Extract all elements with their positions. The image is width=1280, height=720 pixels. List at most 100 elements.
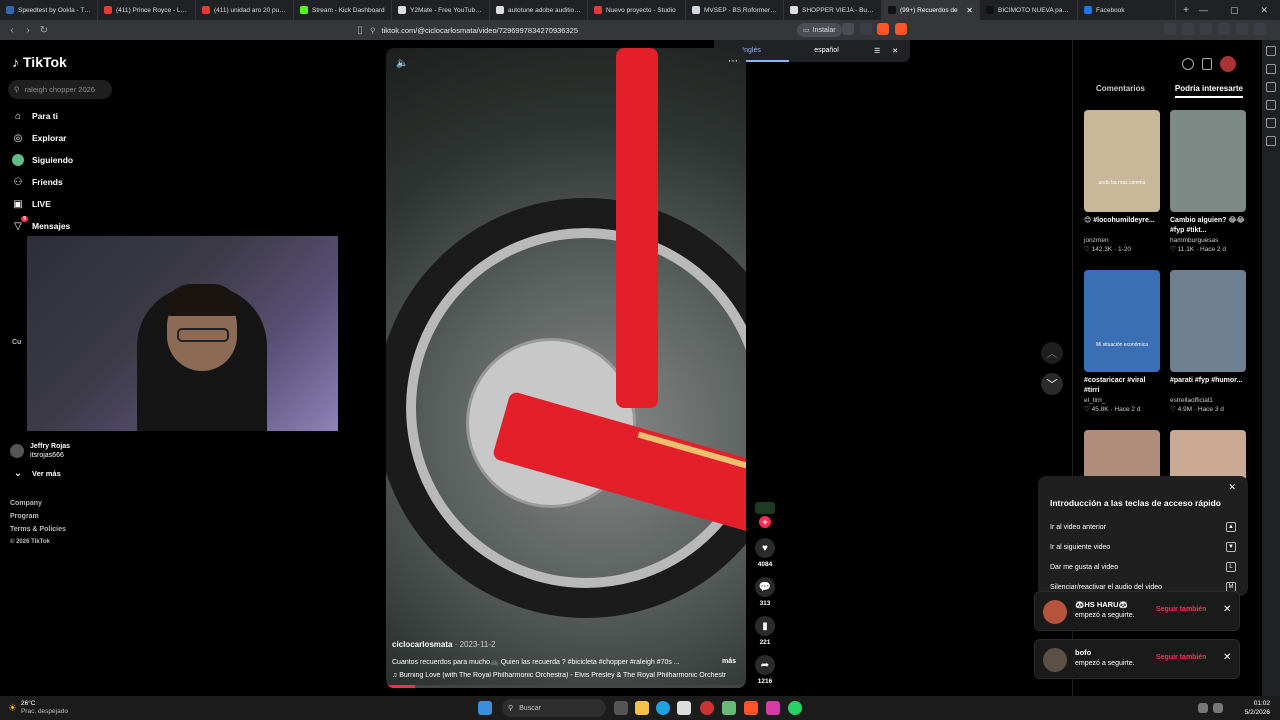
author-avatar-follow[interactable]: + [752, 502, 778, 528]
install-app-button[interactable]: ▭ Instalar [797, 23, 842, 37]
back-icon[interactable]: ‹ [4, 25, 20, 36]
file-explorer-icon[interactable] [635, 701, 649, 715]
followed-account[interactable]: Jeffry Rojas itsrojas666 [10, 442, 70, 460]
footer-terms[interactable]: Terms & Policies [10, 526, 66, 533]
browser-tab[interactable]: Facebook [1078, 0, 1176, 20]
inbox-icon[interactable] [1202, 58, 1212, 70]
windows-start-icon[interactable] [478, 701, 492, 715]
taskbar-search[interactable]: ⚲ Buscar [502, 699, 606, 717]
previous-video-button[interactable]: ︿ [1041, 342, 1063, 364]
volume-tray-icon[interactable] [1213, 703, 1223, 713]
notification-close-icon[interactable]: ✕ [1223, 604, 1231, 615]
sidebar-ai-icon[interactable] [1266, 46, 1276, 56]
minimize-icon[interactable]: — [1199, 5, 1208, 15]
tab-close-icon[interactable]: ✕ [966, 6, 973, 15]
bookmark-save-icon[interactable]: ▮ [755, 616, 775, 636]
video-more-icon[interactable]: ⋯ [728, 56, 738, 67]
forward-icon[interactable]: › [20, 25, 36, 36]
whatsapp-icon[interactable] [788, 701, 802, 715]
video-thumbnail[interactable]: ando ba mas comma [1084, 110, 1160, 212]
translate-menu-icon[interactable]: ☰ [874, 47, 880, 55]
browser-tab[interactable]: Y2Mate - Free YouTube to M [392, 0, 490, 20]
system-clock[interactable]: 01:02 5/2/2026 [1245, 699, 1270, 717]
brave-rewards-icon[interactable] [895, 23, 907, 35]
user-avatar[interactable] [1220, 56, 1236, 72]
browser-tab[interactable]: (411) Prince Royce - La Carr [98, 0, 196, 20]
follow-back-button[interactable]: Seguir también [1156, 606, 1207, 613]
nav-live[interactable]: ▣ LIVE [12, 198, 51, 210]
follow-back-button[interactable]: Seguir también [1156, 654, 1207, 661]
video-thumbnail[interactable] [1170, 110, 1246, 212]
card-author[interactable]: estrellaofficial1 [1170, 397, 1246, 404]
browser-tab[interactable]: MVSEP - BS Roformer SW ( [686, 0, 784, 20]
save-action[interactable]: ▮ 221 [752, 616, 778, 646]
tab-comentarios[interactable]: Comentarios [1096, 84, 1145, 98]
footer-company[interactable]: Company [10, 500, 42, 507]
video-author[interactable]: ciclocarlosmata [392, 640, 452, 649]
sidebar-history-icon[interactable] [1266, 118, 1276, 128]
sidebar-reading-list-icon[interactable] [1266, 100, 1276, 110]
upload-icon[interactable] [1182, 58, 1194, 70]
like-action[interactable]: ♥ 4084 [752, 538, 778, 568]
card-author[interactable]: jonzmen [1084, 237, 1160, 244]
video-more-link[interactable]: más [722, 658, 736, 665]
brave-shield-icon[interactable] [877, 23, 889, 35]
store-icon[interactable] [677, 701, 691, 715]
nav-para-ti[interactable]: ⌂ Para ti [12, 110, 58, 122]
site-info-icon[interactable]: ⚲ [370, 26, 376, 35]
heart-icon[interactable]: ♥ [755, 538, 775, 558]
nav-explorar[interactable]: ◎ Explorar [12, 132, 67, 144]
follow-plus-icon[interactable]: + [759, 516, 771, 528]
download-icon[interactable] [1236, 23, 1248, 35]
reload-icon[interactable]: ↻ [36, 25, 52, 36]
browser-tab[interactable]: Stream - Kick Dashboard [294, 0, 392, 20]
comment-icon[interactable]: 💬 [755, 577, 775, 597]
share-icon[interactable] [860, 23, 872, 35]
extensions-icon[interactable] [1164, 23, 1176, 35]
browser-tab[interactable]: (99+) Recuerdos de ✕ [882, 0, 980, 20]
search-input[interactable]: ⚲ raleigh chopper 2026 [8, 80, 112, 99]
bookmark-icon[interactable]: ▯ [352, 25, 368, 36]
card-author[interactable]: el_tirri_ [1084, 397, 1160, 404]
volume-icon[interactable]: 🔈 [396, 58, 408, 69]
video-thumbnail[interactable] [1170, 270, 1246, 372]
video-thumbnail[interactable]: Mi situación económica [1084, 270, 1160, 372]
share-arrow-icon[interactable]: ➦ [755, 655, 775, 675]
see-more-link[interactable]: ⌄ Ver más [12, 467, 61, 479]
video-music[interactable]: ♫ Burning Love (with The Royal Philharmo… [392, 672, 742, 679]
comment-action[interactable]: 💬 313 [752, 577, 778, 607]
browser-tab[interactable]: (411) unidad aro 20 pulgada [196, 0, 294, 20]
suggested-video-card[interactable]: Mi situación económica #costaricacr #vira… [1084, 270, 1160, 413]
browser-tab[interactable]: BICIMOTO NUEVA para Bici [980, 0, 1078, 20]
video-player[interactable]: 🔈 ⋯ ciclocarlosmata · 2023-11-2 Cuantos … [386, 48, 746, 688]
browser-tab[interactable]: Speedtest by Ookla - The Gl [0, 0, 98, 20]
settings-icon[interactable] [722, 701, 736, 715]
tab-podria-interesarte[interactable]: Podría interesarte [1174, 84, 1243, 98]
menu-icon[interactable] [1254, 23, 1266, 35]
nav-friends[interactable]: ⚇ Friends [12, 176, 63, 188]
sidebar-tabs-icon[interactable] [1266, 64, 1276, 74]
close-window-icon[interactable]: ✕ [1260, 5, 1268, 16]
weather-widget[interactable]: ☀ 26°C Prac. despejado [8, 700, 68, 716]
url-field[interactable]: ⚲ tiktok.com/@ciclocarlosmata/video/7296… [370, 23, 790, 37]
new-tab-icon[interactable]: + [1176, 5, 1196, 16]
translate-target-language[interactable]: español [789, 40, 864, 62]
brave-icon[interactable] [744, 701, 758, 715]
task-view-icon[interactable] [614, 701, 628, 715]
network-icon[interactable] [1198, 703, 1208, 713]
notification-close-icon[interactable]: ✕ [1223, 652, 1231, 663]
app-icon[interactable] [700, 701, 714, 715]
profile-icon[interactable] [1218, 23, 1230, 35]
nav-mensajes[interactable]: ▽ 9 Mensajes [12, 216, 70, 232]
footer-program[interactable]: Program [10, 513, 39, 520]
instagram-icon[interactable] [766, 701, 780, 715]
browser-tab[interactable]: SHOPPER VIEJA - Buscar co [784, 0, 882, 20]
sidebar-wallet-icon[interactable] [1266, 136, 1276, 146]
nav-siguiendo[interactable]: Siguiendo [12, 154, 73, 166]
browser-tab[interactable]: autotune adobe audition - B [490, 0, 588, 20]
share-action[interactable]: ➦ 1216 [752, 655, 778, 685]
suggested-video-card[interactable]: Cambio alguien? 😂😂 #fyp #tikt... hammburg… [1170, 110, 1246, 253]
sidebar-toggle-icon[interactable] [1182, 23, 1194, 35]
browser-tab[interactable]: Nuevo proyecto - Studio [588, 0, 686, 20]
maximize-icon[interactable]: ▢ [1230, 5, 1239, 16]
